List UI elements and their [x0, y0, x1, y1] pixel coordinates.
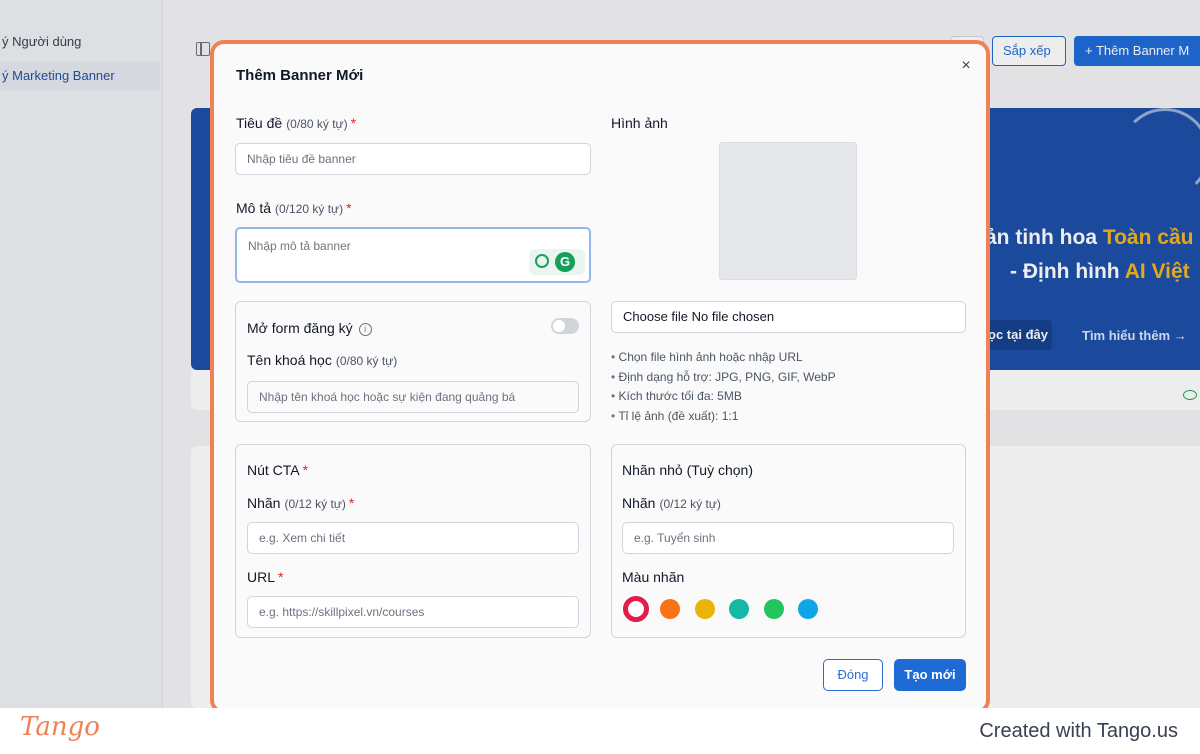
add-banner-modal: Thêm Banner Mới × Tiêu đề(0/80 ký tự)* M… — [210, 40, 990, 714]
color-swatch-red[interactable] — [623, 596, 649, 622]
registration-form-label: Mở form đăng ký i — [247, 320, 372, 336]
color-swatch-green[interactable] — [764, 599, 784, 619]
choose-file-button[interactable]: Choose file — [623, 309, 688, 324]
tango-logo: Tango — [20, 712, 100, 742]
file-chooser[interactable]: Choose file No file chosen — [611, 301, 966, 333]
grammarly-widget[interactable]: G — [529, 249, 585, 275]
tag-label-label: Nhãn (0/12 ký tự) — [622, 495, 721, 511]
color-swatch-blue[interactable] — [798, 599, 818, 619]
file-status: No file chosen — [691, 309, 775, 324]
cta-url-input[interactable] — [247, 596, 579, 628]
color-swatch-orange[interactable] — [660, 599, 680, 619]
tag-label-input[interactable] — [622, 522, 954, 554]
tango-credit: Created with Tango.us — [979, 720, 1178, 742]
hint-item: Định dạng hỗ trợ: JPG, PNG, GIF, WebP — [611, 368, 836, 388]
title-input[interactable] — [235, 143, 591, 175]
cta-label-input[interactable] — [247, 522, 579, 554]
cta-url-label: URL * — [247, 569, 284, 585]
image-label: Hình ảnh — [611, 115, 668, 131]
cta-title: Nút CTA * — [247, 462, 309, 478]
color-swatch-yellow[interactable] — [695, 599, 715, 619]
close-button[interactable]: Đóng — [823, 659, 883, 691]
lightbulb-icon[interactable] — [535, 254, 549, 268]
create-button[interactable]: Tạo mới — [894, 659, 966, 691]
hint-item: Tỉ lệ ảnh (đề xuất): 1:1 — [611, 407, 836, 427]
course-name-label: Tên khoá học (0/80 ký tự) — [247, 352, 398, 368]
info-icon[interactable]: i — [358, 323, 372, 336]
tag-title: Nhãn nhỏ (Tuỳ chọn) — [622, 462, 753, 478]
grammarly-icon[interactable]: G — [555, 252, 575, 272]
hint-item: Kích thước tối đa: 5MB — [611, 387, 836, 407]
color-swatch-teal[interactable] — [729, 599, 749, 619]
modal-title: Thêm Banner Mới — [236, 67, 364, 84]
close-icon[interactable]: × — [958, 58, 974, 74]
cta-label-label: Nhãn (0/12 ký tự) * — [247, 495, 355, 511]
registration-form-toggle[interactable] — [551, 318, 579, 334]
tag-color-label: Màu nhãn — [622, 569, 685, 585]
title-label: Tiêu đề (0/80 ký tự) * — [236, 115, 357, 131]
image-preview — [719, 142, 857, 280]
course-name-input[interactable] — [247, 381, 579, 413]
hint-item: Chọn file hình ảnh hoặc nhập URL — [611, 348, 836, 368]
image-hints: Chọn file hình ảnh hoặc nhập URL Định dạ… — [611, 348, 836, 427]
description-label: Mô tả (0/120 ký tự) * — [236, 200, 352, 216]
